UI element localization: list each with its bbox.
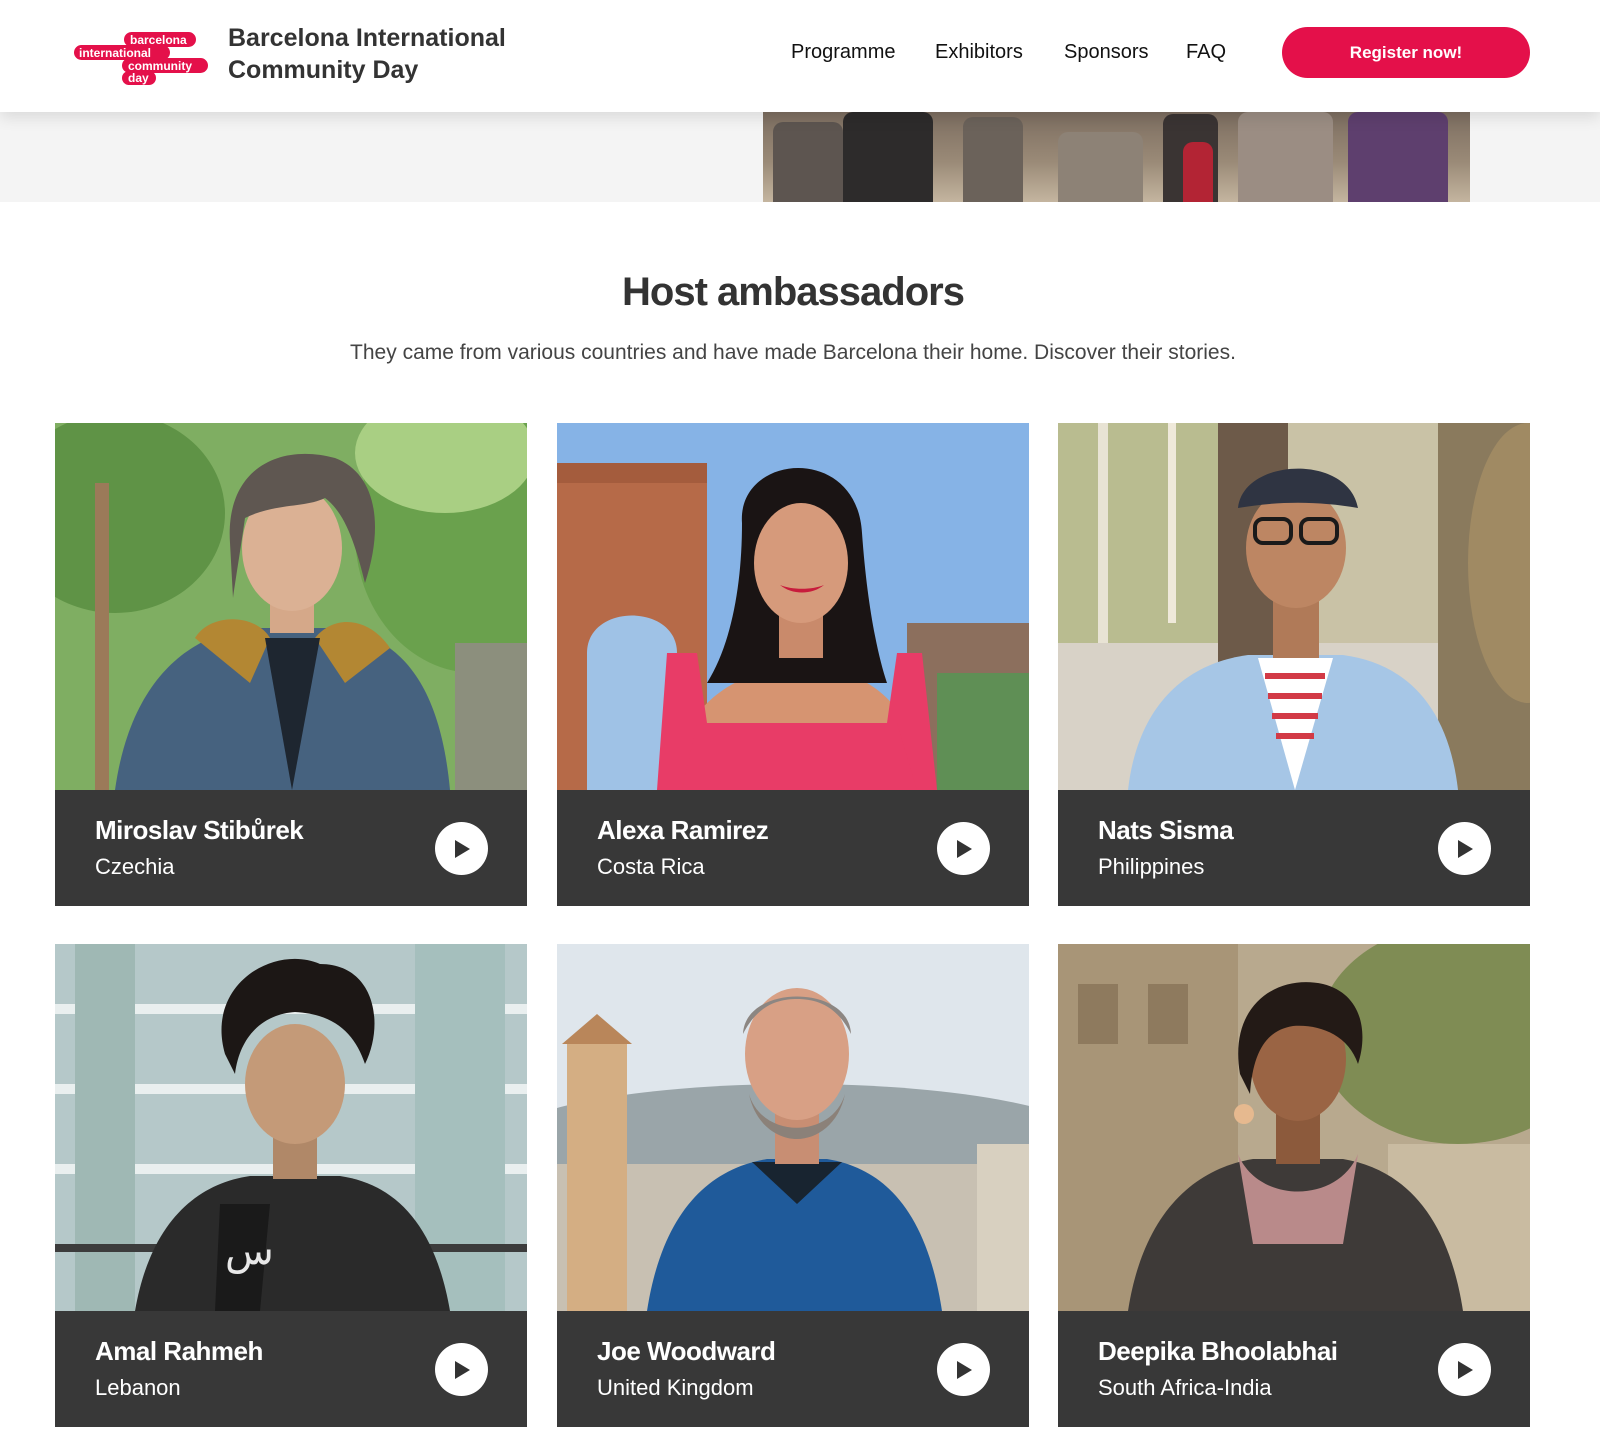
play-button[interactable] [435,1343,488,1396]
play-icon [455,1361,470,1379]
ambassador-card[interactable]: س Amal Rahmeh Lebanon [55,944,527,1427]
ambassador-photo [1058,944,1530,1311]
site-header: barcelona international community day Ba… [0,0,1600,112]
play-icon [455,840,470,858]
section-title: Host ambassadors [622,270,965,314]
ambassador-photo: س [55,944,527,1311]
logo-word-4: day [128,71,149,85]
ambassador-info: Alexa Ramirez Costa Rica [557,790,1029,906]
ambassador-card[interactable]: Joe Woodward United Kingdom [557,944,1029,1427]
register-button[interactable]: Register now! [1282,27,1530,78]
play-button[interactable] [435,822,488,875]
play-icon [1458,1361,1473,1379]
site-title[interactable]: Barcelona International Community Day [228,22,528,86]
ambassador-info: Miroslav Stibůrek Czechia [55,790,527,906]
ambassador-name: Nats Sisma [1098,815,1234,845]
ambassador-info: Amal Rahmeh Lebanon [55,1311,527,1427]
ambassador-country: Czechia [95,854,175,879]
nav-faq[interactable]: FAQ [1186,41,1226,71]
ambassador-country: Philippines [1098,854,1205,879]
ambassador-photo [55,423,527,790]
play-button[interactable] [937,1343,990,1396]
ambassador-card[interactable]: Miroslav Stibůrek Czechia [55,423,527,906]
ambassador-name: Deepika Bhoolabhai [1098,1336,1338,1366]
ambassador-card[interactable]: Alexa Ramirez Costa Rica [557,423,1029,906]
ambassador-photo [557,944,1029,1311]
play-icon [957,1361,972,1379]
ambassador-card[interactable]: Nats Sisma Philippines [1058,423,1530,906]
svg-text:س: س [225,1228,274,1274]
ambassador-info: Deepika Bhoolabhai South Africa-India [1058,1311,1530,1427]
site-title-line2: Community Day [228,56,419,84]
site-title-line1: Barcelona International [228,24,506,52]
ambassador-photo [557,423,1029,790]
ambassador-name: Joe Woodward [597,1336,776,1366]
ambassador-name: Amal Rahmeh [95,1336,263,1366]
ambassador-info: Nats Sisma Philippines [1058,790,1530,906]
play-button[interactable] [1438,1343,1491,1396]
ambassador-country: United Kingdom [597,1375,754,1400]
ambassador-country: South Africa-India [1098,1375,1272,1400]
play-icon [1458,840,1473,858]
nav-programme[interactable]: Programme [791,41,895,71]
play-icon [957,840,972,858]
site-logo[interactable]: barcelona international community day [74,30,210,86]
ambassador-info: Joe Woodward United Kingdom [557,1311,1029,1427]
nav-exhibitors[interactable]: Exhibitors [935,41,1023,71]
ambassador-name: Miroslav Stibůrek [95,815,304,845]
ambassador-photo [1058,423,1530,790]
ambassador-card[interactable]: Deepika Bhoolabhai South Africa-India [1058,944,1530,1427]
logo-word-2: international [79,46,151,60]
ambassador-country: Costa Rica [597,854,705,879]
logo-word-1: barcelona [130,33,187,47]
play-button[interactable] [1438,822,1491,875]
section-subtitle: They came from various countries and hav… [350,341,1236,364]
ambassador-name: Alexa Ramirez [597,815,769,845]
play-button[interactable] [937,822,990,875]
ambassador-country: Lebanon [95,1375,181,1400]
event-photo [763,112,1470,202]
nav-sponsors[interactable]: Sponsors [1064,41,1149,71]
